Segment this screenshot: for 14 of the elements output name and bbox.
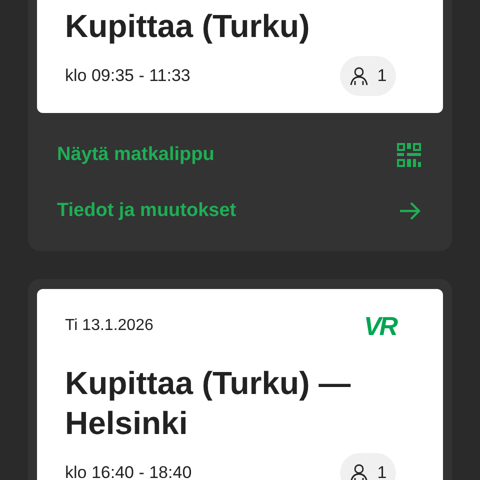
action-link[interactable]: Tiedot ja muutokset (57, 197, 421, 225)
passenger-count: 1 (377, 65, 387, 88)
date-text: Ti 13.1.2026 (65, 316, 154, 336)
route-title: Kupittaa (Turku) — Helsinki (65, 364, 352, 443)
vr-logo: VR (364, 313, 396, 339)
route-title: Kupittaa (Turku) (65, 7, 311, 46)
arrow-right-icon (399, 201, 421, 221)
action-link[interactable]: Näytä matkalippu (57, 141, 421, 169)
person-icon (349, 463, 370, 480)
time-text: klo 09:35 - 11:33 (65, 65, 190, 88)
qr-code-icon (397, 143, 421, 167)
person-icon (349, 66, 370, 86)
passenger-count: 1 (377, 462, 387, 480)
time-text: klo 16:40 - 18:40 (65, 462, 192, 480)
